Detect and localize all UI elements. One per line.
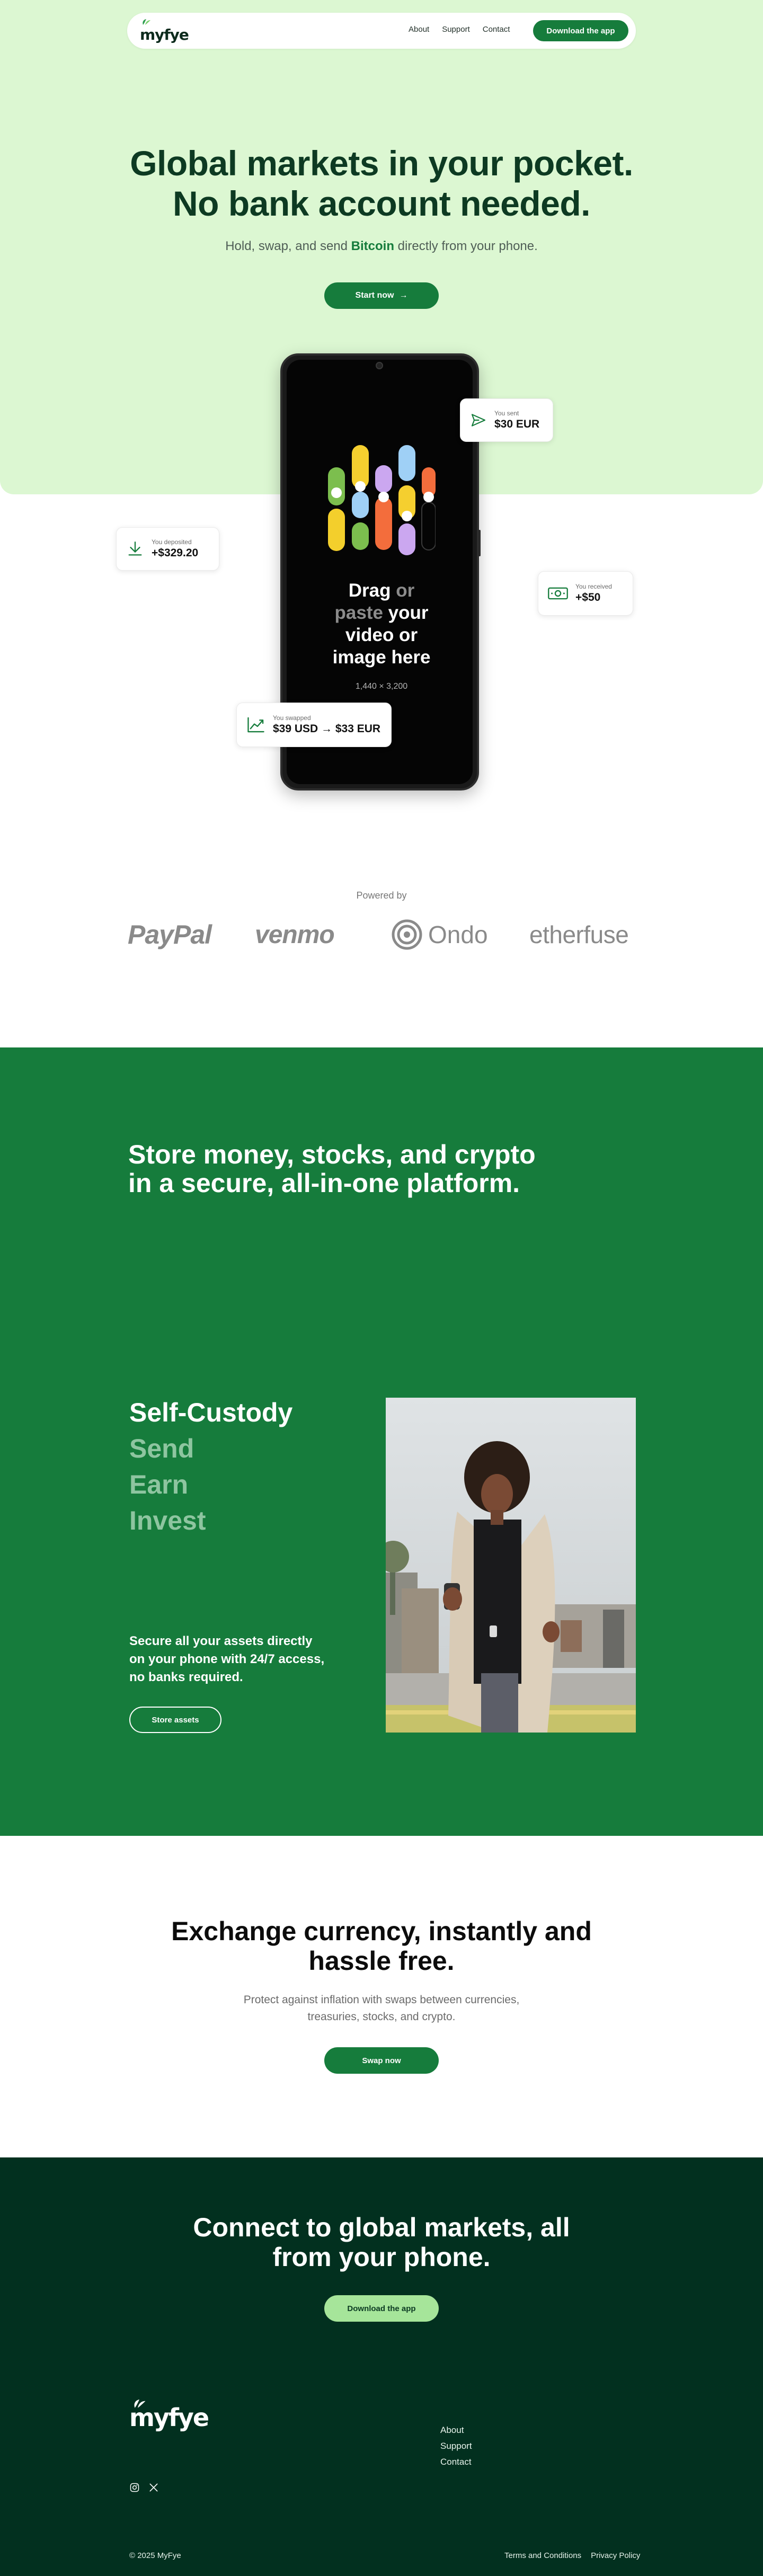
- drop-dimensions: 1,440 × 3,200: [355, 682, 408, 691]
- nav-links: About Support Contact: [409, 25, 510, 34]
- hero-title: Global markets in your pocket. No bank a…: [0, 143, 763, 224]
- leaf-icon: [134, 2399, 146, 2408]
- download-icon: [128, 541, 142, 556]
- card-you-deposited: You deposited +$329.20: [116, 527, 219, 571]
- start-now-label: Start now: [355, 291, 394, 300]
- store-assets-button[interactable]: Store assets: [129, 1707, 221, 1733]
- feature-tab-earn[interactable]: Earn: [129, 1467, 292, 1503]
- powered-by-label: Powered by: [356, 890, 407, 901]
- privacy-link[interactable]: Privacy Policy: [591, 2551, 640, 2560]
- feature-tab-self-custody[interactable]: Self-Custody: [129, 1394, 292, 1431]
- exchange-title-line1: Exchange currency, instantly and: [171, 1916, 592, 1946]
- hero-title-line2: No bank account needed.: [173, 184, 590, 223]
- woman-with-phone-photo: [386, 1398, 636, 1733]
- ondo-logo: Ondo: [391, 918, 488, 952]
- trend-up-icon: [247, 717, 264, 733]
- card-sent-label: You sent: [494, 410, 519, 417]
- feature-description: Secure all your assets directly on your …: [129, 1634, 325, 1684]
- venmo-logo: venmo: [255, 920, 335, 949]
- card-deposited-label: You deposited: [152, 538, 192, 546]
- drop-line-4: image here: [332, 647, 431, 668]
- leaf-icon: [143, 19, 150, 25]
- card-you-sent: You sent $30 EUR: [460, 398, 553, 442]
- feature-tabs: Self-Custody Send Earn Invest: [129, 1394, 292, 1539]
- nav-link-support[interactable]: Support: [442, 25, 470, 34]
- footer-link-support[interactable]: Support: [440, 2438, 472, 2454]
- x-icon[interactable]: [148, 2482, 159, 2493]
- platform-title-line1: Store money, stocks, and crypto: [128, 1140, 536, 1169]
- footer-link-contact[interactable]: Contact: [440, 2454, 472, 2470]
- hero-subtitle-post: directly from your phone.: [397, 239, 538, 253]
- cta-title-line2: from your phone.: [272, 2242, 491, 2272]
- hero-subtitle-highlight: Bitcoin: [351, 239, 394, 253]
- footer-download-app-button[interactable]: Download the app: [324, 2295, 439, 2322]
- footer-logo[interactable]: myfye: [129, 2399, 209, 2430]
- drop-word-or: or: [396, 580, 415, 601]
- platform-title: Store money, stocks, and crypto in a sec…: [128, 1140, 605, 1197]
- exchange-subtitle-line2: treasuries, stocks, and crypto.: [307, 2011, 456, 2023]
- download-app-button[interactable]: Download the app: [533, 20, 628, 41]
- media-upload-icon: [328, 445, 436, 555]
- logo-wordmark: myfye: [140, 26, 189, 43]
- drop-word-drag: Drag: [348, 580, 391, 601]
- card-sent-value: $30 EUR: [494, 418, 540, 430]
- phone-side-button: [478, 530, 481, 556]
- banknote-icon: [548, 587, 568, 600]
- legal-links: Terms and Conditions Privacy Policy: [504, 2551, 640, 2560]
- hero-subtitle: Hold, swap, and send Bitcoin directly fr…: [0, 239, 763, 254]
- platform-title-line2: in a secure, all-in-one platform.: [128, 1168, 520, 1198]
- card-deposited-value: +$329.20: [152, 547, 199, 559]
- card-you-received: You received +$50: [538, 571, 633, 616]
- card-received-value: +$50: [575, 591, 601, 603]
- cta-title-line1: Connect to global markets, all: [193, 2213, 570, 2242]
- ondo-mark-icon: [392, 919, 422, 950]
- footer-links: About Support Contact: [440, 2422, 472, 2470]
- footer-social: [129, 2482, 159, 2493]
- drop-word-your: your: [388, 602, 429, 623]
- card-received-label: You received: [575, 583, 612, 590]
- footer-link-about[interactable]: About: [440, 2422, 472, 2438]
- drop-word-paste: paste: [334, 602, 383, 623]
- arrow-right-icon: →: [399, 291, 408, 300]
- card-you-swapped: You swapped $39 USD → $33 EUR: [236, 703, 392, 747]
- nav-logo[interactable]: myfye: [140, 19, 189, 42]
- swap-now-button[interactable]: Swap now: [324, 2047, 439, 2074]
- start-now-button[interactable]: Start now →: [324, 282, 439, 309]
- terms-link[interactable]: Terms and Conditions: [504, 2551, 581, 2560]
- exchange-title-line2: hassle free.: [308, 1946, 455, 1976]
- nav-link-contact[interactable]: Contact: [483, 25, 510, 34]
- drop-zone-text: Drag or paste your video or image here: [318, 580, 445, 669]
- feature-tab-send[interactable]: Send: [129, 1431, 292, 1467]
- exchange-subtitle: Protect against inflation with swaps bet…: [0, 1992, 763, 2026]
- exchange-subtitle-line1: Protect against inflation with swaps bet…: [243, 1994, 520, 2006]
- cta-title: Connect to global markets, all from your…: [0, 2213, 763, 2272]
- etherfuse-logo: etherfuse: [529, 921, 629, 948]
- hero-title-line1: Global markets in your pocket.: [130, 144, 633, 183]
- paypal-logo: PayPal: [128, 920, 212, 949]
- nav-link-about[interactable]: About: [409, 25, 429, 34]
- send-icon: [471, 414, 486, 427]
- phone-camera: [376, 362, 383, 369]
- copyright: © 2025 MyFye: [129, 2551, 181, 2560]
- exchange-title: Exchange currency, instantly and hassle …: [0, 1916, 763, 1976]
- instagram-icon[interactable]: [129, 2482, 140, 2493]
- hero-subtitle-pre: Hold, swap, and send: [225, 239, 348, 253]
- drop-line-3: video or: [345, 625, 418, 645]
- ondo-wordmark: Ondo: [428, 921, 488, 948]
- card-swapped-value: $39 USD → $33 EUR: [273, 723, 381, 735]
- feature-tab-invest[interactable]: Invest: [129, 1503, 292, 1539]
- card-swapped-label: You swapped: [273, 714, 311, 722]
